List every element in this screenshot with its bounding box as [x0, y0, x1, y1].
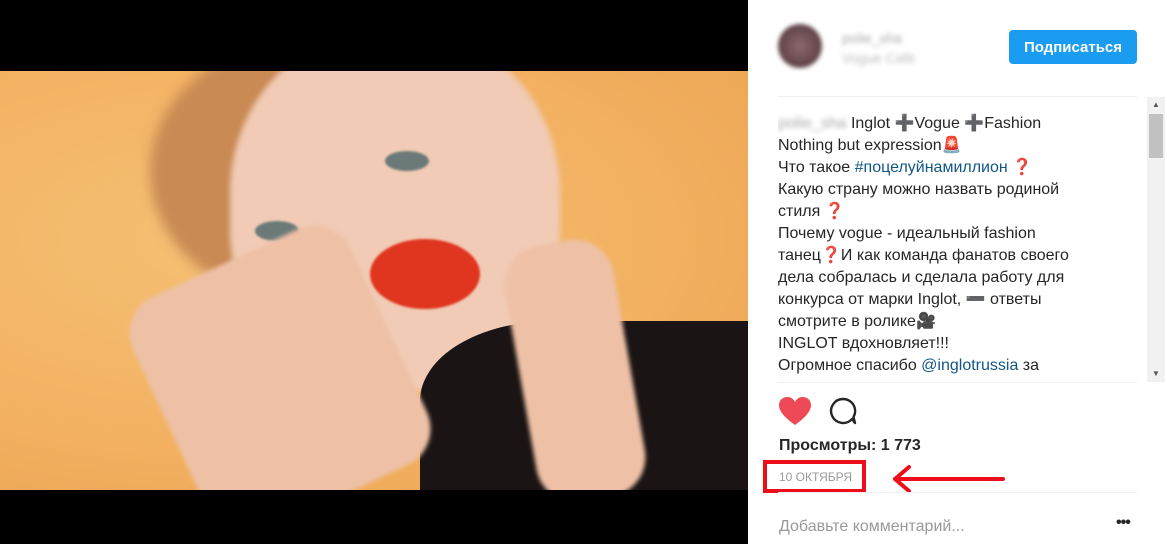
view-count: Просмотры: 1 773 — [779, 437, 921, 454]
annotation-arrow-icon — [893, 465, 1005, 493]
location-link[interactable]: Vogue Café — [842, 50, 915, 66]
caption-text: конкурса от марки Inglot, ➖ ответы — [778, 291, 1042, 308]
caption: polie_sha Inglot ➕Vogue ➕Fashion Nothing… — [778, 113, 1138, 383]
avatar[interactable] — [778, 24, 822, 68]
caption-text: за — [1018, 357, 1040, 374]
caption-text: стиля ❓ — [778, 203, 845, 220]
add-comment-input[interactable]: Добавьте комментарий... — [779, 518, 965, 536]
divider — [778, 382, 1137, 383]
video-image-eye — [385, 151, 429, 171]
caption-text: Огромное спасибо — [778, 357, 922, 374]
scrollbar-thumb[interactable] — [1149, 114, 1163, 158]
heart-icon[interactable] — [778, 396, 812, 426]
caption-text: Что такое — [778, 159, 855, 176]
mention-link[interactable]: @inglotrussia — [921, 357, 1018, 374]
annotation-highlight-box — [763, 460, 866, 493]
caption-text: Inglot ➕Vogue ➕Fashion — [850, 115, 1042, 132]
caption-username[interactable]: polie_sha — [778, 115, 847, 132]
video-frame[interactable] — [0, 71, 748, 490]
question-emoji: ❓ — [1012, 159, 1033, 176]
caption-text: Nothing but expression🚨 — [778, 137, 962, 154]
video-image-lips — [370, 239, 480, 309]
caption-text: Какую страну можно назвать родиной — [778, 181, 1060, 198]
caption-text: INGLOT вдохновляет!!! — [778, 335, 949, 352]
username-link[interactable]: polie_sha — [842, 30, 902, 46]
caption-text: танец❓И как команда фанатов своего — [778, 247, 1069, 264]
scroll-up-arrow-icon[interactable]: ▲ — [1147, 97, 1165, 113]
hashtag-link[interactable]: #поцелуйнамиллион — [855, 159, 1008, 176]
follow-button[interactable]: Подписаться — [1009, 30, 1137, 64]
caption-text: смотрите в ролике🎥 — [778, 313, 936, 330]
scroll-down-arrow-icon[interactable]: ▼ — [1147, 366, 1165, 382]
divider — [778, 96, 1137, 97]
video-player[interactable] — [0, 0, 748, 544]
divider — [778, 492, 1137, 493]
caption-text: Почему vogue - идеальный fashion — [778, 225, 1036, 242]
comment-icon[interactable] — [828, 396, 858, 426]
caption-scrollbar[interactable]: ▲ ▼ — [1147, 97, 1165, 382]
more-options-icon[interactable]: ••• — [1116, 514, 1131, 532]
caption-text: дела собралась и сделала работу для — [778, 269, 1065, 286]
post-side-panel: polie_sha Vogue Café Подписаться polie_s… — [748, 0, 1167, 544]
